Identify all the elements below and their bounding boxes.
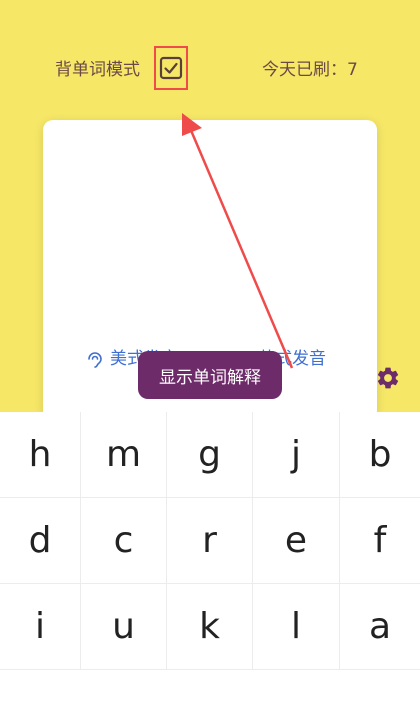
key[interactable]: g: [167, 412, 253, 498]
key[interactable]: c: [81, 498, 167, 584]
key[interactable]: f: [340, 498, 420, 584]
key[interactable]: u: [81, 584, 167, 670]
key[interactable]: r: [167, 498, 253, 584]
mode-checkbox[interactable]: [154, 46, 188, 90]
key[interactable]: k: [167, 584, 253, 670]
key[interactable]: l: [253, 584, 340, 670]
key[interactable]: j: [253, 412, 340, 498]
mode-label: 背单词模式: [55, 60, 140, 80]
checkbox-checked-icon: [159, 56, 183, 80]
key[interactable]: a: [340, 584, 420, 670]
gear-icon[interactable]: [375, 365, 401, 391]
key[interactable]: d: [0, 498, 81, 584]
show-definition-tooltip: 显示单词解释: [138, 351, 282, 399]
key[interactable]: i: [0, 584, 81, 670]
speaker-icon: [88, 352, 102, 368]
key[interactable]: e: [253, 498, 340, 584]
key[interactable]: h: [0, 412, 81, 498]
key[interactable]: m: [81, 412, 167, 498]
key[interactable]: b: [340, 412, 420, 498]
letter-keyboard: h m g j b d c r e f i u k l a: [0, 412, 420, 670]
today-count: 今天已刷：7: [262, 60, 358, 80]
